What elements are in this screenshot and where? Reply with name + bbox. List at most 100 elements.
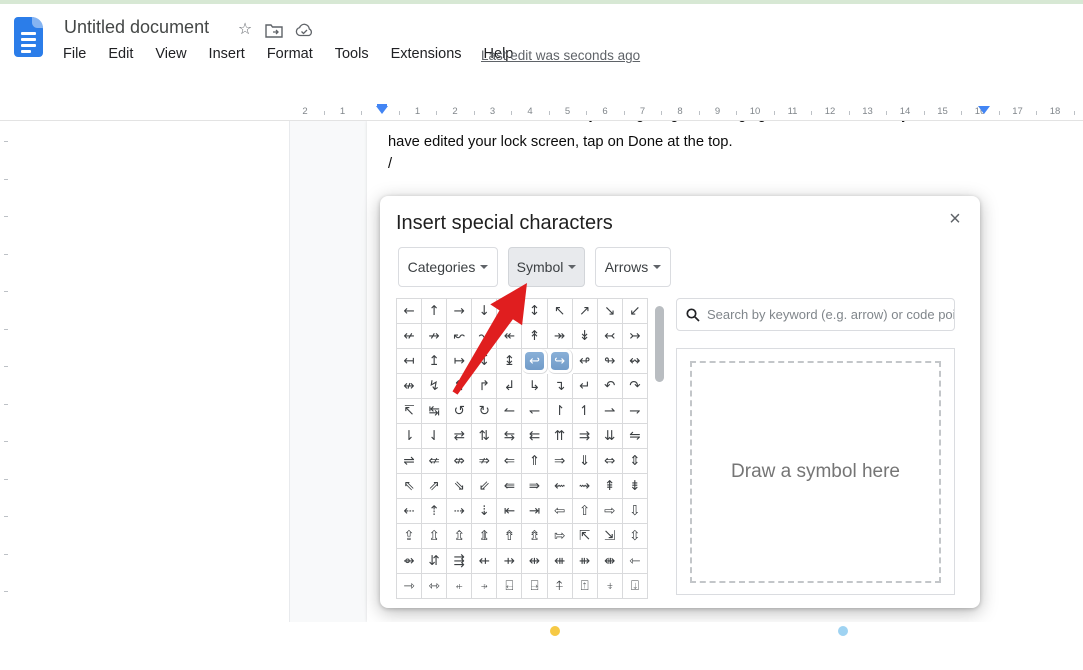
symbol-cell[interactable]: ↚ — [397, 324, 422, 349]
menu-insert[interactable]: Insert — [209, 46, 245, 62]
symbol-cell[interactable]: ⇩ — [623, 499, 648, 524]
menu-format[interactable]: Format — [267, 46, 313, 62]
symbol-cell[interactable]: ↶ — [598, 374, 623, 399]
symbol-cell[interactable]: ⇾ — [397, 574, 422, 599]
menu-tools[interactable]: Tools — [335, 46, 369, 62]
symbol-cell[interactable]: ⇟ — [623, 474, 648, 499]
symbol-cell[interactable]: ↦ — [447, 349, 472, 374]
symbol-cell[interactable]: ⇗ — [422, 474, 447, 499]
symbol-cell[interactable]: ⍅ — [447, 574, 472, 599]
symbol-cell[interactable]: ⇦ — [548, 499, 573, 524]
draw-symbol-area[interactable]: Draw a symbol here — [690, 361, 941, 583]
symbol-cell[interactable]: ⇣ — [472, 499, 497, 524]
document-title[interactable]: Untitled document — [64, 17, 209, 38]
symbol-cell[interactable]: ⇨ — [598, 499, 623, 524]
symbol-cell[interactable]: ⇌ — [397, 449, 422, 474]
symbol-cell[interactable]: ⇍ — [422, 449, 447, 474]
symbol-cell[interactable]: ⍐ — [573, 574, 598, 599]
symbol-cell[interactable]: ↟ — [522, 324, 547, 349]
symbol-cell[interactable]: ⇎ — [447, 449, 472, 474]
symbol-cell[interactable]: ⇠ — [397, 499, 422, 524]
document-text-line[interactable]: / — [388, 156, 392, 172]
symbol-cell[interactable]: ↜ — [447, 324, 472, 349]
symbol-cell[interactable]: ⇆ — [497, 424, 522, 449]
symbol-cell[interactable]: ⇧ — [573, 499, 598, 524]
symbol-cell[interactable]: ⇔ — [598, 449, 623, 474]
symbol-cell[interactable]: ↙ — [623, 299, 648, 324]
symbol-cell[interactable]: ⇁ — [623, 399, 648, 424]
symbol-cell[interactable]: ↽ — [522, 399, 547, 424]
symbol-cell[interactable]: ⍇ — [497, 574, 522, 599]
symbol-cell[interactable]: ⇞ — [598, 474, 623, 499]
symbol-cell[interactable]: ⇳ — [623, 524, 648, 549]
symbol-cell[interactable]: ↝ — [472, 324, 497, 349]
symbol-cell[interactable]: ⇬ — [447, 524, 472, 549]
symbol-cell[interactable]: ↥ — [422, 349, 447, 374]
symbol-cell[interactable]: ⇲ — [598, 524, 623, 549]
close-icon[interactable]: × — [944, 208, 966, 230]
symbol-cell[interactable]: ↩ — [522, 349, 547, 374]
categories-dropdown[interactable]: Categories — [398, 247, 498, 287]
last-edit-link[interactable]: Last edit was seconds ago — [481, 48, 640, 63]
symbol-cell[interactable]: ⇖ — [397, 474, 422, 499]
symbol-cell[interactable]: ↼ — [497, 399, 522, 424]
symbol-cell[interactable]: ↛ — [422, 324, 447, 349]
symbol-cell[interactable]: ↷ — [623, 374, 648, 399]
symbol-cell[interactable]: ⇻ — [573, 549, 598, 574]
symbol-cell[interactable]: ↵ — [573, 374, 598, 399]
symbol-cell[interactable]: ↓ — [472, 299, 497, 324]
symbol-cell[interactable]: ↱ — [472, 374, 497, 399]
symbol-cell[interactable]: ⇷ — [472, 549, 497, 574]
symbol-cell[interactable]: ⇏ — [472, 449, 497, 474]
symbol-cell[interactable]: ↣ — [623, 324, 648, 349]
symbol-cell[interactable]: ⇺ — [548, 549, 573, 574]
cloud-status-icon[interactable] — [295, 23, 313, 41]
symbol-cell[interactable]: ↺ — [447, 399, 472, 424]
symbol-cell[interactable]: ⇡ — [422, 499, 447, 524]
left-indent-marker[interactable] — [376, 106, 388, 114]
symbol-cell[interactable]: ↯ — [422, 374, 447, 399]
symbol-cell[interactable]: ⇭ — [472, 524, 497, 549]
symbol-cell[interactable]: ↢ — [598, 324, 623, 349]
symbol-cell[interactable]: ↴ — [548, 374, 573, 399]
symbol-cell[interactable]: ⍏ — [548, 574, 573, 599]
symbol-cell[interactable]: ↹ — [422, 399, 447, 424]
symbol-cell[interactable]: ⇮ — [497, 524, 522, 549]
symbol-cell[interactable]: ⇝ — [573, 474, 598, 499]
symbol-cell[interactable]: ⇸ — [497, 549, 522, 574]
symbol-cell[interactable]: ⇀ — [598, 399, 623, 424]
symbol-cell[interactable]: ↕ — [522, 299, 547, 324]
symbol-cell[interactable]: ← — [397, 299, 422, 324]
symbol-cell[interactable]: ⇈ — [548, 424, 573, 449]
move-to-folder-icon[interactable] — [265, 23, 283, 41]
symbol-cell[interactable]: ⇂ — [397, 424, 422, 449]
horizontal-ruler[interactable]: 21123456789101112131415161718 — [0, 104, 1083, 121]
document-text-line[interactable]: have edited your lock screen, tap on Don… — [388, 134, 733, 150]
symbol-cell[interactable]: ⇅ — [472, 424, 497, 449]
symbol-cell[interactable]: ↨ — [497, 349, 522, 374]
symbol-cell[interactable]: ⇢ — [447, 499, 472, 524]
symbol-cell[interactable]: ↸ — [397, 399, 422, 424]
symbol-cell[interactable]: ↫ — [573, 349, 598, 374]
symbol-cell[interactable]: ↔ — [497, 299, 522, 324]
symbol-cell[interactable]: ⇕ — [623, 449, 648, 474]
symbol-cell[interactable]: ↧ — [472, 349, 497, 374]
symbol-cell[interactable]: ⇶ — [447, 549, 472, 574]
symbol-cell[interactable]: ⇫ — [422, 524, 447, 549]
symbol-cell[interactable]: ⍈ — [522, 574, 547, 599]
menu-extensions[interactable]: Extensions — [391, 46, 462, 62]
symbol-cell[interactable]: ⇋ — [623, 424, 648, 449]
star-icon[interactable]: ☆ — [236, 21, 254, 39]
search-input[interactable] — [707, 307, 954, 322]
symbol-cell[interactable]: ↻ — [472, 399, 497, 424]
symbol-cell[interactable]: ⇿ — [422, 574, 447, 599]
symbol-cell[interactable]: ↿ — [573, 399, 598, 424]
symbol-cell[interactable]: ⇜ — [548, 474, 573, 499]
menu-file[interactable]: File — [63, 46, 86, 62]
symbol-cell[interactable]: ↤ — [397, 349, 422, 374]
menu-view[interactable]: View — [155, 46, 186, 62]
symbol-cell[interactable]: ↲ — [497, 374, 522, 399]
symbol-cell[interactable]: ↪ — [548, 349, 573, 374]
symbol-cell[interactable]: ⇊ — [598, 424, 623, 449]
symbol-cell[interactable]: ⇤ — [497, 499, 522, 524]
